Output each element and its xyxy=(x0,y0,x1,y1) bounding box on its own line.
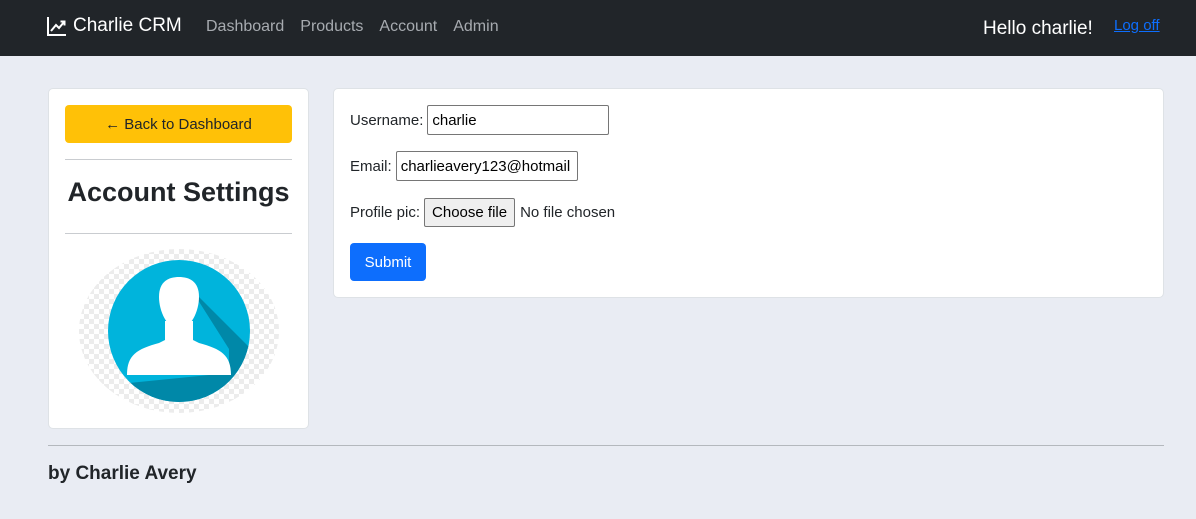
brand-name: Charlie CRM xyxy=(73,15,182,36)
logoff-link[interactable]: Log off xyxy=(1114,17,1160,34)
account-form-card: Username: Email: Profile pic: Choose fil… xyxy=(333,88,1164,298)
username-row: Username: xyxy=(350,105,610,135)
nav-link-dashboard[interactable]: Dashboard xyxy=(206,18,284,36)
nav-link-account[interactable]: Account xyxy=(379,18,437,36)
footer-divider xyxy=(48,445,1164,446)
email-row: Email: xyxy=(350,151,578,181)
chart-line-icon xyxy=(47,17,66,36)
choose-file-button[interactable]: Choose file xyxy=(424,198,516,227)
divider xyxy=(65,233,292,234)
account-sidebar-card: ← Back to Dashboard Account Settings xyxy=(48,88,309,429)
nav-link-admin[interactable]: Admin xyxy=(453,18,498,36)
submit-button[interactable]: Submit xyxy=(350,243,426,281)
footer-credit: by Charlie Avery xyxy=(48,463,197,484)
email-input[interactable] xyxy=(395,151,578,181)
divider xyxy=(65,159,292,160)
user-avatar-icon xyxy=(79,249,279,413)
email-label: Email: xyxy=(350,157,392,175)
username-label: Username: xyxy=(350,111,424,129)
username-input[interactable] xyxy=(427,105,610,135)
no-file-chosen-text: No file chosen xyxy=(520,204,616,221)
brand-link[interactable]: Charlie CRM xyxy=(47,15,182,37)
back-to-dashboard-button[interactable]: ← Back to Dashboard xyxy=(65,105,292,143)
account-settings-title: Account Settings xyxy=(67,177,290,207)
navbar: Charlie CRM Dashboard Products Account A… xyxy=(0,0,1196,56)
nav-link-products[interactable]: Products xyxy=(300,18,363,36)
nav-links: Dashboard Products Account Admin xyxy=(206,18,515,36)
greeting-text: Hello charlie! xyxy=(983,18,1093,39)
profile-pic-row: Profile pic: Choose file No file chosen xyxy=(350,198,615,227)
profile-pic-label: Profile pic: xyxy=(350,204,421,221)
